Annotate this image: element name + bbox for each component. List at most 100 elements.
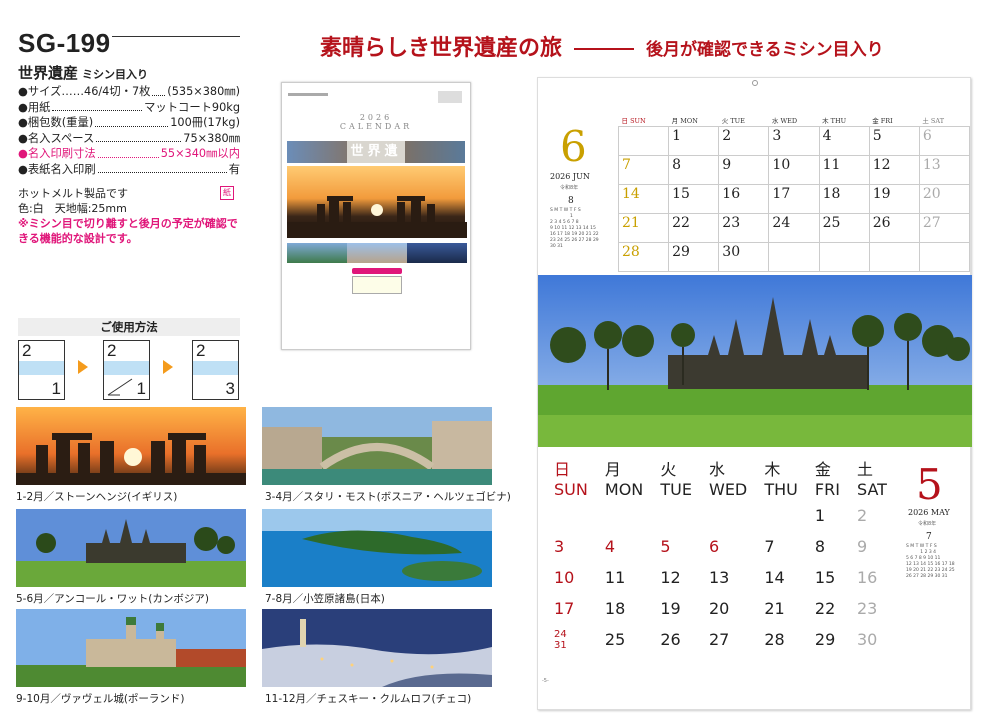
weekday-header: 月 MON [604, 460, 644, 499]
cover-thumb-2 [347, 243, 407, 263]
spec-value: (535×380㎜) [167, 85, 240, 98]
day-cell: 10 [554, 568, 575, 587]
step-2-top: 2 [107, 341, 117, 360]
day-cell: 16 [718, 184, 770, 214]
headline-rule [574, 48, 635, 50]
day-cell: 8 [814, 537, 826, 556]
prev-month-mini-calendar: S M T W T F S 1 2 3 45 6 7 8 9 10 11 12 1… [906, 544, 955, 579]
howto-step-1: 2 1 [18, 340, 65, 400]
angkor-wat-main-photo [538, 275, 972, 447]
weekday-header: 土 SAT [919, 114, 970, 127]
weekday-header: 金 FRI [869, 114, 920, 127]
photo-stonehenge [16, 407, 246, 485]
top-month-label: 2026 JUN [550, 172, 590, 181]
week-row: 3 4 5 6 7 8 9 [554, 532, 902, 561]
next-month-mini-calendar: S M T W T F S 12 3 4 5 6 7 89 10 11 12 1… [550, 208, 599, 249]
photo-wawel [16, 609, 246, 687]
cover-mark [438, 91, 462, 103]
day-cell: 20 [709, 599, 730, 618]
cover-banner-text: 世界遺産 [347, 141, 405, 181]
day-cell: 26 [868, 213, 920, 243]
day-cell: 28 [764, 630, 785, 649]
day-cell [918, 242, 971, 272]
day-cell: 6 [918, 126, 971, 156]
day-cell: 15 [668, 184, 720, 214]
next-month-number: 8 [568, 196, 574, 206]
day-cell: 7 [764, 537, 775, 556]
day-cell: 15 [814, 568, 836, 587]
spec-dots [52, 100, 143, 111]
cover-main-photo [287, 166, 467, 238]
bottom-month-number: 5 [916, 460, 943, 509]
day-cell [660, 501, 707, 530]
stonehenge-photo [287, 196, 467, 238]
day-cell: 29 [814, 630, 836, 649]
spec-label: ●梱包数(重量) [18, 116, 94, 129]
day-cell: 5 [660, 537, 671, 556]
day-cell: 9 [718, 155, 770, 185]
week-row: 12 [554, 501, 902, 530]
spec-list: ●サイズ……46/4切・7枚 (535×380㎜) ●用紙 マットコート90kg ●梱包… [18, 84, 240, 177]
week-row: 24 31 25 26 27 28 29 30 [554, 625, 902, 654]
bottom-month-label: 2026 MAY [908, 508, 950, 517]
day-cell: 25 [818, 213, 870, 243]
day-cell: 12 [868, 155, 920, 185]
howto-title: ご使用方法 [18, 318, 240, 336]
warning-note: ※ミシン目で切り離すと後月の予定が確認できる機能的な設計です。 [18, 217, 238, 245]
day-cell [605, 501, 658, 530]
day-cell: 23 [857, 599, 878, 618]
step-3-top: 2 [196, 341, 206, 360]
spec-value: 75×380㎜ [183, 131, 240, 145]
howto-step-2: 2 1 [103, 340, 150, 400]
cesky-krumlov-image [262, 609, 492, 687]
caption-3: 5-6月／アンコール・ワット(カンボジア) [16, 593, 209, 605]
arrow-icon [163, 360, 173, 374]
cover-thumb-1 [287, 243, 347, 263]
day-cell: 11 [818, 155, 870, 185]
day-cell: 26 [660, 630, 681, 649]
day-cell: 18 [604, 599, 626, 618]
caption-4: 7-8月／小笠原諸島(日本) [265, 593, 385, 605]
arrow-icon [78, 360, 88, 374]
day-cell: 27 [709, 630, 730, 649]
weekday-header: 木 THU [819, 114, 870, 127]
prev-month-number: 7 [926, 532, 932, 542]
cover-calendar-label: 2026 CALENDAR [339, 113, 413, 131]
weekday-header: 火 TUE [718, 114, 769, 127]
spec-dots [96, 131, 182, 142]
week-row: 17 18 19 20 21 22 23 [554, 594, 902, 623]
note-color: 色:白 天地幅:25mm [18, 202, 127, 215]
cover-name-box [352, 276, 402, 294]
spec-label: ●サイズ……46/4切・7枚 [18, 85, 151, 98]
weekday-header: 水 WED [768, 114, 820, 127]
day-cell: 8 [668, 155, 720, 185]
day-cell: 7 [617, 155, 670, 185]
spec-row: ●名入スペース 75×380㎜ [18, 131, 240, 147]
day-cell: 25 [604, 630, 626, 649]
day-cell: 17 [554, 599, 575, 618]
cover-thumbnail: 2026 CALENDAR 世界遺産 [281, 82, 471, 350]
top-month-era: 令和8年 [560, 185, 579, 191]
day-cell: 1 [814, 506, 826, 525]
day-cell: 22 [814, 599, 836, 618]
day-cell: 2 [718, 126, 770, 156]
spec-value: 55×340㎜以内 [160, 147, 240, 160]
paper-badge: 紙 [220, 186, 234, 200]
may-grid: 日 SUN 月 MON 火 TUE 水 WED 木 THU 金 FRI 土 SAT 1234… [552, 454, 904, 656]
tear-icon [107, 378, 133, 396]
spec-value: マットコート90kg [144, 100, 240, 114]
caption-6: 11-12月／チェスキー・クルムロフ(チェコ) [265, 693, 472, 705]
photo-cesky-krumlov [262, 609, 492, 687]
spec-value: 100冊(17kg) [170, 116, 240, 129]
spec-dots [95, 115, 169, 127]
day-cell [709, 501, 762, 530]
day-cell: 13 [709, 568, 730, 587]
day-cell: 19 [868, 184, 920, 214]
weekday-header: 土 SAT [857, 460, 887, 499]
caption-1: 1-2月／ストーンヘンジ(イギリス) [16, 491, 178, 503]
spec-dots [97, 146, 159, 158]
stari-most-image [262, 407, 492, 485]
angkor-wat-image [16, 509, 246, 587]
day-cell [768, 242, 820, 272]
step-3-bottom: 3 [225, 379, 235, 398]
